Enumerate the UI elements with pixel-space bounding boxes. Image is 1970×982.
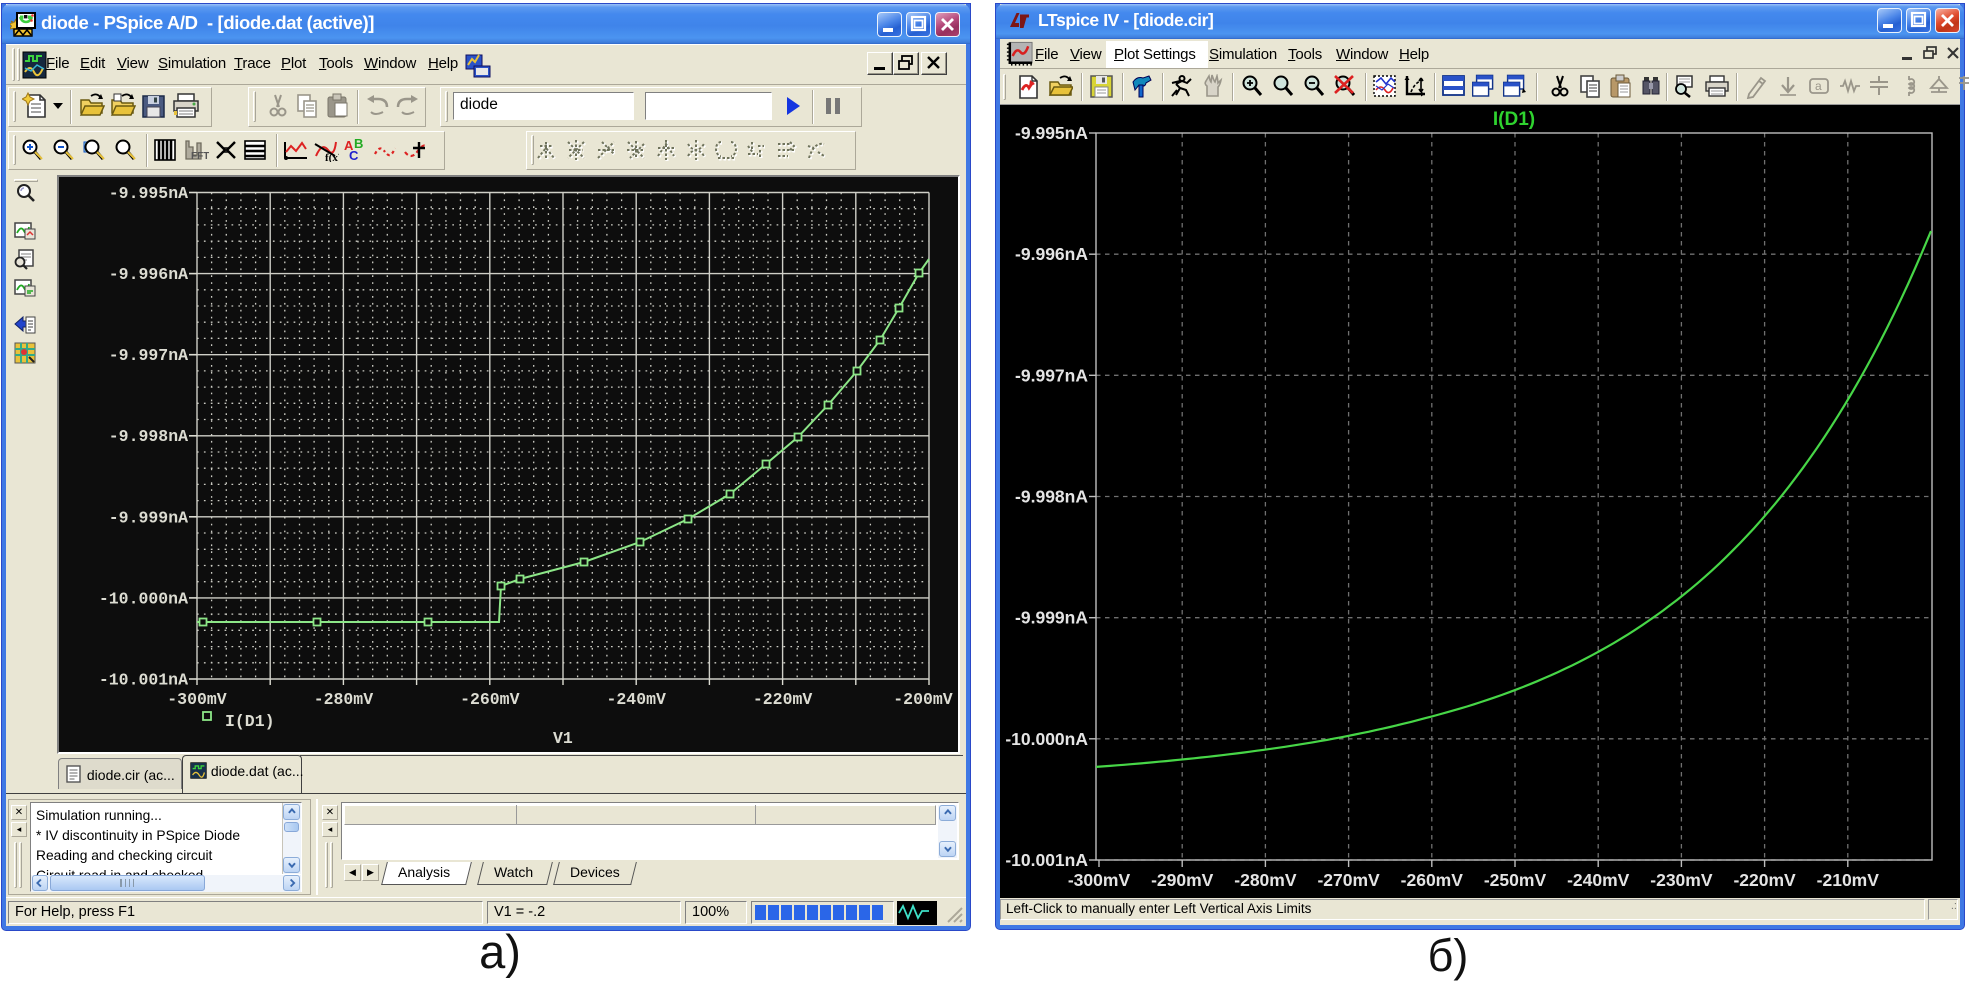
svg-text:-290mV: -290mV [1151, 870, 1214, 890]
svg-text:-200mV: -200mV [893, 690, 953, 709]
svg-text:I(D1): I(D1) [1493, 109, 1535, 130]
svg-text:V1: V1 [553, 729, 573, 748]
svg-text:f(x): f(x) [325, 152, 339, 162]
svg-text:FFT: FFT [191, 151, 209, 162]
svg-text:-9.997nA: -9.997nA [1015, 365, 1088, 385]
svg-text:-9.996nA: -9.996nA [1015, 244, 1088, 264]
svg-text:C: C [349, 148, 359, 162]
svg-text:-10.000nA: -10.000nA [1005, 729, 1088, 749]
svg-text:-9.995nA: -9.995nA [1015, 123, 1088, 143]
svg-text:-10.001nA: -10.001nA [99, 671, 188, 690]
svg-text:-10.001nA: -10.001nA [1005, 850, 1088, 870]
svg-text:-9.998nA: -9.998nA [1015, 487, 1088, 507]
svg-text:a: a [1815, 79, 1822, 93]
svg-text:-220mV: -220mV [1733, 870, 1796, 890]
svg-text:-280mV: -280mV [1234, 870, 1297, 890]
svg-text:-300mV: -300mV [1068, 870, 1131, 890]
svg-text:-9.995nA: -9.995nA [109, 184, 188, 203]
svg-text:-250mV: -250mV [1484, 870, 1547, 890]
svg-text:-230mV: -230mV [1650, 870, 1713, 890]
svg-text:-210mV: -210mV [1817, 870, 1880, 890]
svg-text:-240mV: -240mV [1567, 870, 1630, 890]
svg-text:-270mV: -270mV [1317, 870, 1380, 890]
svg-text:-9.997nA: -9.997nA [109, 346, 188, 365]
svg-text:I(D1): I(D1) [225, 712, 275, 731]
svg-text:-10.000nA: -10.000nA [99, 589, 188, 608]
svg-text:-260mV: -260mV [1401, 870, 1464, 890]
svg-text:-9.999nA: -9.999nA [109, 508, 188, 527]
svg-text:-300mV: -300mV [167, 690, 227, 709]
svg-text:-240mV: -240mV [606, 690, 666, 709]
svg-text:-220mV: -220mV [753, 690, 813, 709]
svg-text:-280mV: -280mV [314, 690, 374, 709]
svg-text:-260mV: -260mV [460, 690, 520, 709]
svg-text:-9.998nA: -9.998nA [109, 427, 188, 446]
svg-text:-9.999nA: -9.999nA [1015, 608, 1088, 628]
svg-text:-9.996nA: -9.996nA [109, 265, 188, 284]
